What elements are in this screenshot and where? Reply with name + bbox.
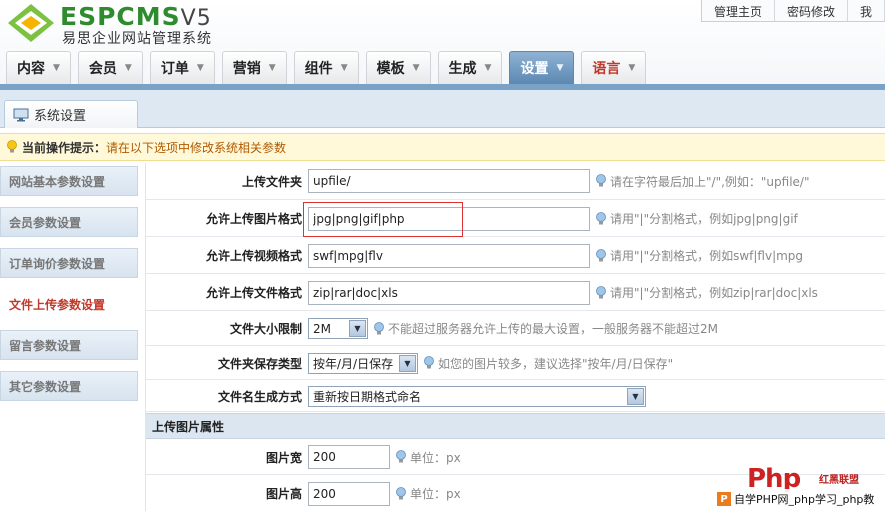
video-formats-input[interactable] <box>308 243 590 268</box>
nav-tab-language[interactable]: 语言 ▼ <box>581 51 647 84</box>
tip-label: 当前操作提示： <box>22 140 107 155</box>
nav-tab-template[interactable]: 模板 ▼ <box>365 51 431 84</box>
chevron-down-icon: ▼ <box>124 63 132 73</box>
operation-tip: 当前操作提示： 请在以下选项中修改系统相关参数 <box>0 133 885 161</box>
file-formats-hint: 请用"|"分割格式，例如zip|rar|doc|xls <box>595 284 818 301</box>
sidebar-item-other[interactable]: 其它参数设置 <box>0 371 138 401</box>
file-formats-label: 允许上传文件格式 <box>205 286 302 300</box>
nav-tab-content[interactable]: 内容 ▼ <box>6 51 71 84</box>
lightbulb-icon <box>596 285 606 298</box>
sidebar: 网站基本参数设置 会员参数设置 订单询价参数设置 文件上传参数设置 留言参数设置… <box>0 161 140 511</box>
chevron-down-icon: ▼ <box>349 320 366 337</box>
image-formats-hint: 请用"|"分割格式，例如jpg|png|gif <box>595 210 798 227</box>
sidebar-item-basic[interactable]: 网站基本参数设置 <box>0 166 138 196</box>
watermark-text: 自学PHP网_php学习_php教 <box>734 493 875 506</box>
chevron-down-icon: ▼ <box>484 63 492 73</box>
main-nav: 内容 ▼ 会员 ▼ 订单 ▼ 营销 ▼ 组件 ▼ 模板 ▼ 生成 ▼ 设置 ▼ 语言 ▼ <box>6 51 653 84</box>
sidebar-item-member[interactable]: 会员参数设置 <box>0 207 138 237</box>
watermark-brand: 红黑联盟 <box>819 475 859 486</box>
form-row-video-formats: 允许上传视频格式 请用"|"分割格式，例如swf|flv|mpg <box>146 238 885 274</box>
folder-type-select[interactable]: 按年/月/日保存 ▼ <box>308 352 418 374</box>
img-width-hint: 单位：px <box>395 449 461 466</box>
chevron-down-icon: ▼ <box>340 63 348 73</box>
upload-dir-label: 上传文件夹 <box>241 174 302 189</box>
form-row-image-formats: 允许上传图片格式 请用"|"分割格式，例如jpg|png|gif <box>146 201 885 237</box>
nav-tab-order[interactable]: 订单 ▼ <box>149 51 215 84</box>
video-formats-label: 允许上传视频格式 <box>205 249 302 263</box>
img-height-label: 图片高 <box>265 487 302 501</box>
chevron-down-icon: ▼ <box>627 387 644 405</box>
folder-type-label: 文件夹保存类型 <box>217 356 302 371</box>
watermark-bar: P 自学PHP网_php学习_php教 <box>717 489 885 509</box>
form-row-size-limit: 文件大小限制 2M ▼ 不能超过服务器允许上传的最大设置，一般服务器不能超过2M <box>146 312 885 346</box>
more-link[interactable]: 我 <box>848 0 885 21</box>
top-links: 管理主页 密码修改 我 <box>700 0 885 22</box>
lightbulb-icon <box>396 486 406 499</box>
chevron-down-icon: ▼ <box>399 354 416 372</box>
password-link[interactable]: 密码修改 <box>775 0 848 21</box>
logo-icon <box>8 4 54 42</box>
sidebar-item-order[interactable]: 订单询价参数设置 <box>0 248 138 278</box>
upload-dir-input[interactable] <box>308 169 590 193</box>
tip-text: 请在以下选项中修改系统相关参数 <box>106 140 287 155</box>
site-watermark: Php 红黑联盟 P 自学PHP网_php学习_php教 <box>717 462 885 511</box>
lightbulb-icon <box>596 174 606 187</box>
logo-title: ESPCMSV5 <box>60 2 212 31</box>
chevron-down-icon: ▼ <box>556 63 564 73</box>
lightbulb-icon <box>396 450 406 463</box>
nav-tab-member[interactable]: 会员 ▼ <box>77 51 143 84</box>
size-limit-select[interactable]: 2M ▼ <box>308 318 368 339</box>
naming-label: 文件名生成方式 <box>217 389 302 404</box>
image-formats-label: 允许上传图片格式 <box>205 212 302 226</box>
sub-title-bar: 系统设置 <box>0 90 885 128</box>
img-height-input[interactable] <box>308 481 390 506</box>
lightbulb-icon <box>7 140 17 153</box>
sidebar-item-upload[interactable]: 文件上传参数设置 <box>0 289 138 319</box>
naming-select[interactable]: 重新按日期格式命名 ▼ <box>308 385 646 407</box>
app-header: ESPCMSV5 易思企业网站管理系统 管理主页 密码修改 我 内容 ▼ 会员 ▼ … <box>0 0 885 90</box>
video-formats-hint: 请用"|"分割格式，例如swf|flv|mpg <box>595 247 803 264</box>
img-width-label: 图片宽 <box>265 450 302 465</box>
monitor-icon <box>13 108 29 121</box>
nav-tab-marketing[interactable]: 营销 ▼ <box>221 51 287 84</box>
size-limit-label: 文件大小限制 <box>229 322 302 336</box>
file-formats-input[interactable] <box>308 280 590 305</box>
chevron-down-icon: ▼ <box>628 63 636 73</box>
tab-system-settings[interactable]: 系统设置 <box>4 100 138 128</box>
nav-tab-component[interactable]: 组件 ▼ <box>293 51 359 84</box>
nav-tab-settings[interactable]: 设置 ▼ <box>509 51 575 84</box>
nav-tab-generate[interactable]: 生成 ▼ <box>437 51 503 84</box>
chevron-down-icon: ▼ <box>268 63 276 73</box>
chevron-down-icon: ▼ <box>53 63 60 73</box>
lightbulb-icon <box>596 211 606 224</box>
image-section-heading: 上传图片属性 <box>146 413 885 439</box>
php-icon: P <box>717 492 731 506</box>
lightbulb-icon <box>424 356 434 369</box>
chevron-down-icon: ▼ <box>196 63 204 73</box>
upload-dir-hint: 请在字符最后加上"/",例如："upfile/" <box>595 173 809 190</box>
home-link[interactable]: 管理主页 <box>702 0 775 21</box>
lightbulb-icon <box>596 248 606 261</box>
img-width-input[interactable] <box>308 445 390 469</box>
image-formats-input[interactable] <box>308 206 590 231</box>
form-row-folder-type: 文件夹保存类型 按年/月/日保存 ▼ 如您的图片较多，建议选择"按年/月/日保存… <box>146 347 885 380</box>
form-row-file-formats: 允许上传文件格式 请用"|"分割格式，例如zip|rar|doc|xls <box>146 275 885 311</box>
settings-form: 上传文件夹 请在字符最后加上"/",例如："upfile/" 允许上传图片格式 … <box>145 163 885 511</box>
form-row-naming: 文件名生成方式 重新按日期格式命名 ▼ <box>146 381 885 412</box>
chevron-down-icon: ▼ <box>412 63 420 73</box>
sidebar-item-message[interactable]: 留言参数设置 <box>0 330 138 360</box>
img-height-hint: 单位：px <box>395 485 461 502</box>
form-row-upload-dir: 上传文件夹 请在字符最后加上"/",例如："upfile/" <box>146 163 885 200</box>
logo-subtitle: 易思企业网站管理系统 <box>62 31 212 47</box>
folder-type-hint: 如您的图片较多，建议选择"按年/月/日保存" <box>423 355 673 372</box>
size-limit-hint: 不能超过服务器允许上传的最大设置，一般服务器不能超过2M <box>373 320 718 337</box>
lightbulb-icon <box>374 321 384 334</box>
